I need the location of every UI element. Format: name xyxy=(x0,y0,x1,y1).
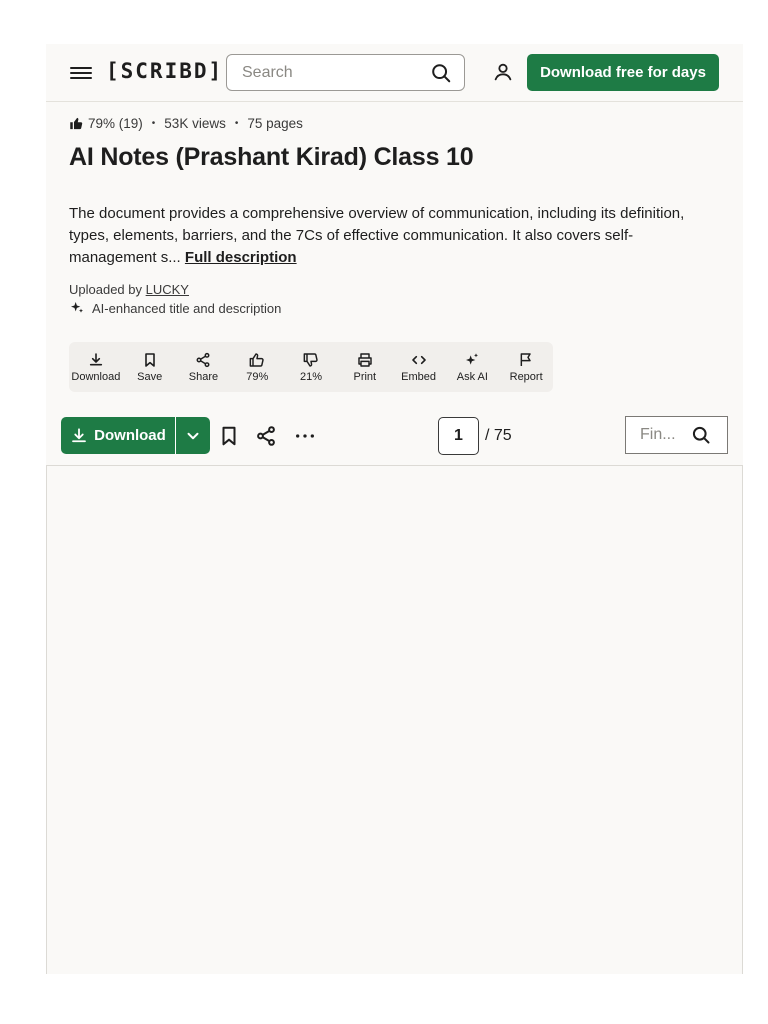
action-label: Download xyxy=(71,370,121,383)
document-title: AI Notes (Prashant Kirad) Class 10 xyxy=(69,143,474,171)
download-icon xyxy=(89,352,103,365)
action-label: 79% xyxy=(246,370,269,383)
action-label: Share xyxy=(188,370,219,383)
document-viewer[interactable] xyxy=(46,465,743,974)
pages-text: 75 pages xyxy=(247,116,303,131)
rating-text: 79% (19) xyxy=(88,116,143,131)
search-icon[interactable] xyxy=(430,62,452,84)
thumbs-up-icon xyxy=(249,352,264,367)
action-label: 21% xyxy=(300,370,323,383)
share-icon xyxy=(196,352,210,367)
action-dislike[interactable]: 21% xyxy=(284,342,338,392)
action-embed[interactable]: Embed xyxy=(392,342,446,392)
chevron-down-icon xyxy=(187,432,199,439)
sparkle-icon xyxy=(466,352,479,365)
ai-note-text: AI-enhanced title and description xyxy=(92,300,282,316)
search-input[interactable] xyxy=(227,55,422,90)
search-icon[interactable] xyxy=(691,425,711,445)
download-button-label: Download xyxy=(94,427,166,444)
search-box xyxy=(226,54,465,91)
scribd-logo[interactable]: [SCRIBD] xyxy=(106,59,223,83)
action-download[interactable]: Download xyxy=(69,342,123,392)
sparkle-icon xyxy=(71,302,83,313)
document-description: The document provides a comprehensive ov… xyxy=(69,203,709,269)
action-print[interactable]: Print xyxy=(338,342,392,392)
bookmark-icon[interactable] xyxy=(218,425,240,447)
thumbs-down-icon xyxy=(303,352,318,367)
page-total: / 75 xyxy=(485,427,512,444)
download-options-button[interactable] xyxy=(175,417,210,454)
page-frame: [SCRIBD] Download free for days 79% (19)… xyxy=(46,44,743,974)
user-icon[interactable] xyxy=(492,61,514,83)
action-ask-ai[interactable]: Ask AI xyxy=(445,342,499,392)
download-button[interactable]: Download xyxy=(61,417,175,454)
action-label: Embed xyxy=(401,370,436,383)
find-input[interactable] xyxy=(626,417,686,453)
action-label: Print xyxy=(353,370,377,383)
action-like[interactable]: 79% xyxy=(230,342,284,392)
embed-icon xyxy=(411,355,426,364)
print-icon xyxy=(358,352,372,367)
uploader-link[interactable]: LUCKY xyxy=(146,282,189,297)
find-box xyxy=(625,416,728,454)
action-share[interactable]: Share xyxy=(177,342,231,392)
more-options-icon[interactable] xyxy=(294,425,316,447)
menu-icon[interactable] xyxy=(70,64,92,82)
share-icon[interactable] xyxy=(255,425,277,447)
download-icon xyxy=(72,427,87,442)
document-meta: 79% (19) • 53K views • 75 pages xyxy=(69,116,303,131)
uploaded-by-label: Uploaded by xyxy=(69,282,142,297)
views-text: 53K views xyxy=(164,116,226,131)
top-header: [SCRIBD] Download free for days xyxy=(46,44,743,102)
flag-icon xyxy=(520,352,531,366)
action-label: Ask AI xyxy=(456,370,488,383)
action-bar: Download Save Share 79% 21% Print Embed xyxy=(69,342,553,392)
download-split-button: Download xyxy=(61,417,210,454)
separator: • xyxy=(151,118,156,129)
thumbs-up-icon xyxy=(70,117,83,130)
page-number-input[interactable] xyxy=(438,417,479,455)
ai-enhanced-note: AI-enhanced title and description xyxy=(69,300,281,316)
action-label: Report xyxy=(509,370,543,383)
action-report[interactable]: Report xyxy=(499,342,553,392)
separator: • xyxy=(234,118,239,129)
uploaded-by: Uploaded by LUCKY xyxy=(69,282,189,297)
action-label: Save xyxy=(137,370,163,383)
bookmark-icon xyxy=(144,352,155,367)
download-free-button[interactable]: Download free for days xyxy=(527,54,719,91)
full-description-link[interactable]: Full description xyxy=(185,249,297,266)
description-text: The document provides a comprehensive ov… xyxy=(69,205,685,266)
action-save[interactable]: Save xyxy=(123,342,177,392)
